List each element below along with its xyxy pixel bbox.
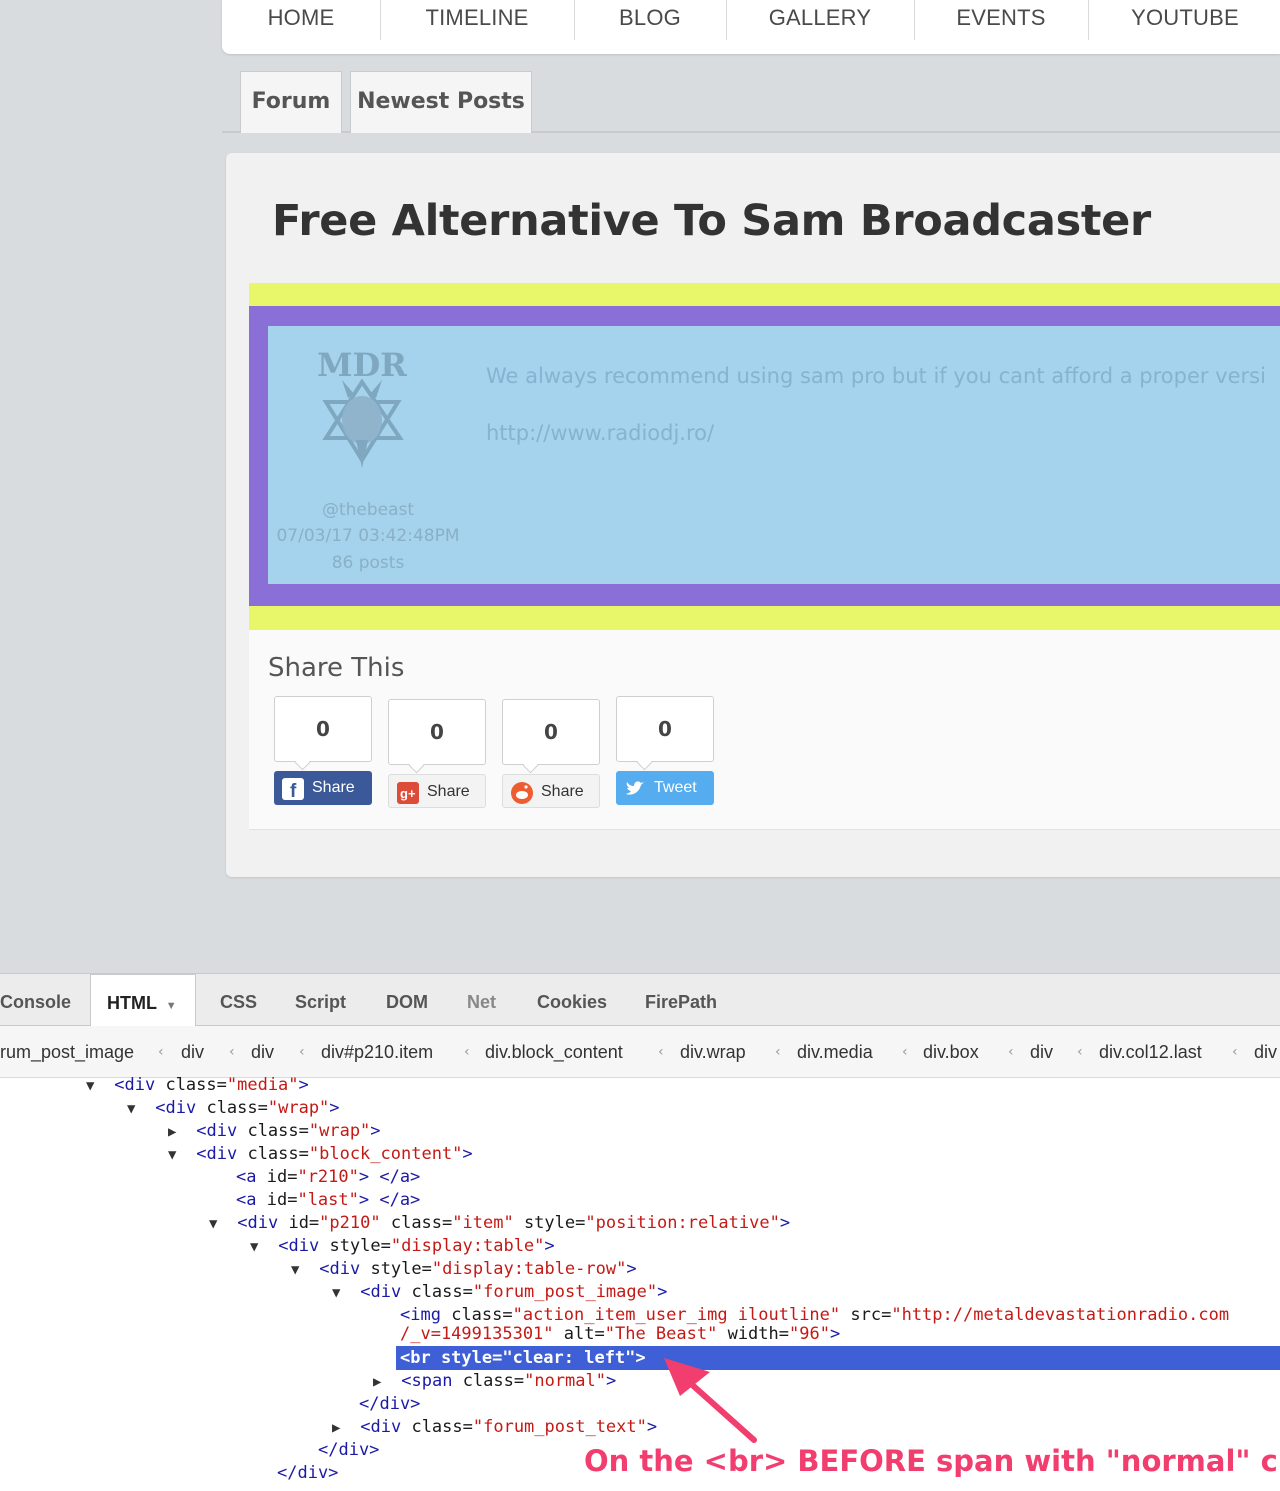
- nav-youtube[interactable]: YOUTUBE: [1088, 0, 1280, 40]
- tree-node[interactable]: </div>: [359, 1393, 420, 1416]
- chevron-left-icon: ‹: [464, 1044, 470, 1060]
- tree-node[interactable]: ▼ <div style="display:table-row">: [291, 1258, 637, 1281]
- tree-node: /_v=1499135301" alt="The Beast" width="9…: [400, 1324, 841, 1344]
- post-count: 86 posts: [331, 553, 405, 573]
- google-plus-icon: g+: [397, 782, 419, 804]
- post-link[interactable]: http://www.radiodj.ro/: [486, 421, 714, 445]
- breadcrumb-item[interactable]: div: [181, 1026, 204, 1078]
- google-plus-share-button[interactable]: g+ Share: [388, 774, 486, 808]
- top-navigation: HOME TIMELINE BLOG GALLERY EVENTS YOUTUB…: [222, 0, 1280, 54]
- nav-events[interactable]: EVENTS: [914, 0, 1088, 40]
- tree-node[interactable]: ▶ <div class="wrap">: [168, 1120, 381, 1143]
- breadcrumb-item[interactable]: div.wrap: [680, 1026, 746, 1078]
- reddit-icon: [511, 782, 533, 804]
- breadcrumb-item[interactable]: div: [1254, 1026, 1277, 1078]
- devtools-tab-css[interactable]: CSS: [220, 974, 257, 1026]
- nav-blog[interactable]: BLOG: [574, 0, 726, 40]
- chevron-left-icon: ‹: [902, 1044, 908, 1060]
- post-author[interactable]: @thebeast: [268, 500, 468, 520]
- tree-node[interactable]: ▶ <span class="normal">: [373, 1370, 616, 1393]
- tree-node[interactable]: ▼ <div style="display:table">: [250, 1235, 555, 1258]
- nav-gallery[interactable]: GALLERY: [726, 0, 914, 40]
- tree-node[interactable]: </div>: [318, 1439, 379, 1462]
- tab-newest-posts[interactable]: Newest Posts: [350, 71, 532, 133]
- tree-node[interactable]: <a id="last"> </a>: [236, 1189, 420, 1212]
- twitter-share-count: 0: [616, 696, 714, 762]
- post-text: We always recommend using sam pro but if…: [486, 364, 1266, 388]
- page-title: Free Alternative To Sam Broadcaster: [272, 196, 1151, 246]
- chevron-left-icon: ‹: [229, 1044, 235, 1060]
- devtools-tab-html-label: HTML: [107, 993, 157, 1013]
- tree-node[interactable]: ▼ <div class="media">: [86, 1074, 309, 1097]
- breadcrumb-item[interactable]: div: [251, 1026, 274, 1078]
- devtools-tabbar: Console HTML ▼ CSS Script DOM Net Cookie…: [0, 973, 1280, 1028]
- chevron-left-icon: ‹: [299, 1044, 305, 1060]
- nav-home[interactable]: HOME: [222, 0, 380, 40]
- devtools-tab-html[interactable]: HTML ▼: [90, 974, 196, 1028]
- nav-timeline[interactable]: TIMELINE: [380, 0, 574, 40]
- breadcrumb-item[interactable]: div.col12.last: [1099, 1026, 1202, 1078]
- annotation-text: On the <br> BEFORE span with "normal" cl…: [584, 1444, 1280, 1478]
- chevron-left-icon: ‹: [1008, 1044, 1014, 1060]
- share-button-label: Share: [427, 783, 470, 800]
- tree-node[interactable]: ▶ <div class="forum_post_text">: [332, 1416, 657, 1439]
- share-title: Share This: [268, 653, 405, 683]
- devtools-tab-net[interactable]: Net: [467, 974, 496, 1026]
- breadcrumb-item[interactable]: rum_post_image: [0, 1026, 134, 1078]
- breadcrumb-item[interactable]: div#p210.item: [321, 1026, 433, 1078]
- tree-node[interactable]: <a id="r210"> </a>: [236, 1166, 420, 1189]
- twitter-share-button[interactable]: Tweet: [616, 771, 714, 805]
- tree-node[interactable]: </div>: [277, 1462, 338, 1485]
- devtools-tab-console[interactable]: Console: [0, 974, 71, 1026]
- breadcrumb-item[interactable]: div.block_content: [485, 1026, 623, 1078]
- breadcrumb: rum_post_image ‹ div ‹ div ‹ div#p210.it…: [0, 1026, 1280, 1078]
- chevron-left-icon: ‹: [658, 1044, 664, 1060]
- google-plus-share-count: 0: [388, 699, 486, 765]
- svg-text:g+: g+: [400, 786, 416, 801]
- chevron-left-icon: ‹: [158, 1044, 164, 1060]
- avatar[interactable]: MDR: [308, 342, 416, 474]
- share-button-label: Share: [541, 783, 584, 800]
- tree-node[interactable]: ▼ <div class="forum_post_image">: [332, 1281, 667, 1304]
- breadcrumb-item[interactable]: div.box: [923, 1026, 979, 1078]
- post-datetime: 07/03/17 03:42:48PM: [276, 526, 460, 546]
- share-button-label: Share: [312, 779, 355, 796]
- reddit-share-button[interactable]: Share: [502, 774, 600, 808]
- chevron-left-icon: ‹: [775, 1044, 781, 1060]
- devtools-tab-cookies[interactable]: Cookies: [537, 974, 607, 1026]
- twitter-icon: [624, 778, 646, 800]
- breadcrumb-item[interactable]: div: [1030, 1026, 1053, 1078]
- facebook-share-count: 0: [274, 696, 372, 762]
- share-button-label: Tweet: [654, 779, 697, 796]
- tree-node[interactable]: ▼ <div class="wrap">: [127, 1097, 340, 1120]
- chevron-left-icon: ‹: [1077, 1044, 1083, 1060]
- devtools-tab-firepath[interactable]: FirePath: [645, 974, 717, 1026]
- facebook-share-button[interactable]: f Share: [274, 771, 372, 805]
- annotation-arrow-icon: [664, 1358, 757, 1443]
- reddit-share-count: 0: [502, 699, 600, 765]
- tree-node[interactable]: ▼ <div id="p210" class="item" style="pos…: [209, 1212, 790, 1235]
- selected-node[interactable]: <br style="clear: left">: [400, 1346, 646, 1370]
- chevron-left-icon: ‹: [1232, 1044, 1238, 1060]
- devtools-tab-dom[interactable]: DOM: [386, 974, 428, 1026]
- breadcrumb-item[interactable]: div.media: [797, 1026, 873, 1078]
- svg-text:f: f: [290, 781, 297, 800]
- avatar-logo-text: MDR: [317, 346, 407, 384]
- tab-forum[interactable]: Forum: [240, 71, 342, 133]
- tree-node[interactable]: ▼ <div class="block_content">: [168, 1143, 473, 1166]
- devtools-tab-script[interactable]: Script: [295, 974, 346, 1026]
- chevron-down-icon: ▼: [165, 1000, 177, 1012]
- facebook-icon: f: [282, 778, 304, 802]
